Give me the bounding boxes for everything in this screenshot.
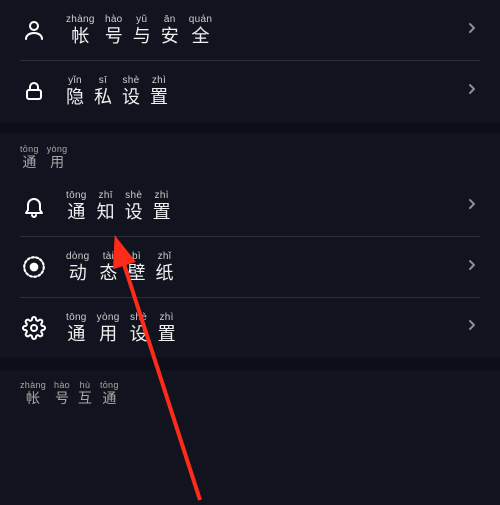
chevron-right-icon [464,196,480,217]
gear-icon [20,314,48,342]
item-label: tōng通 zhī知 shè设 zhì置 [66,190,464,223]
chevron-right-icon [464,81,480,102]
item-label: zhàng帐 hào号 yǔ与 ān安 quán全 [66,14,464,47]
item-label: yǐn隐 sī私 shè设 zhì置 [66,75,464,108]
item-label: tōng通 yòng用 shè设 zhì置 [66,312,464,345]
item-label: dòng动 tài态 bì壁 zhǐ纸 [66,251,464,284]
user-icon [20,16,48,44]
target-icon [20,253,48,281]
section-header-tongyong: tōng通 yòng用 [0,134,500,176]
bell-icon [20,192,48,220]
item-privacy-settings[interactable]: yǐn隐 sī私 shè设 zhì置 [0,61,500,122]
item-notification-settings[interactable]: tōng通 zhī知 shè设 zhì置 [0,176,500,237]
item-live-wallpaper[interactable]: dòng动 tài态 bì壁 zhǐ纸 [0,237,500,298]
chevron-right-icon [464,317,480,338]
chevron-right-icon [464,20,480,41]
section-header-hutong: zhàng帐 hào号 hù互 tōng通 [0,370,500,412]
lock-icon [20,77,48,105]
item-general-settings[interactable]: tōng通 yòng用 shè设 zhì置 [0,298,500,359]
item-account-security[interactable]: zhàng帐 hào号 yǔ与 ān安 quán全 [0,0,500,61]
chevron-right-icon [464,257,480,278]
